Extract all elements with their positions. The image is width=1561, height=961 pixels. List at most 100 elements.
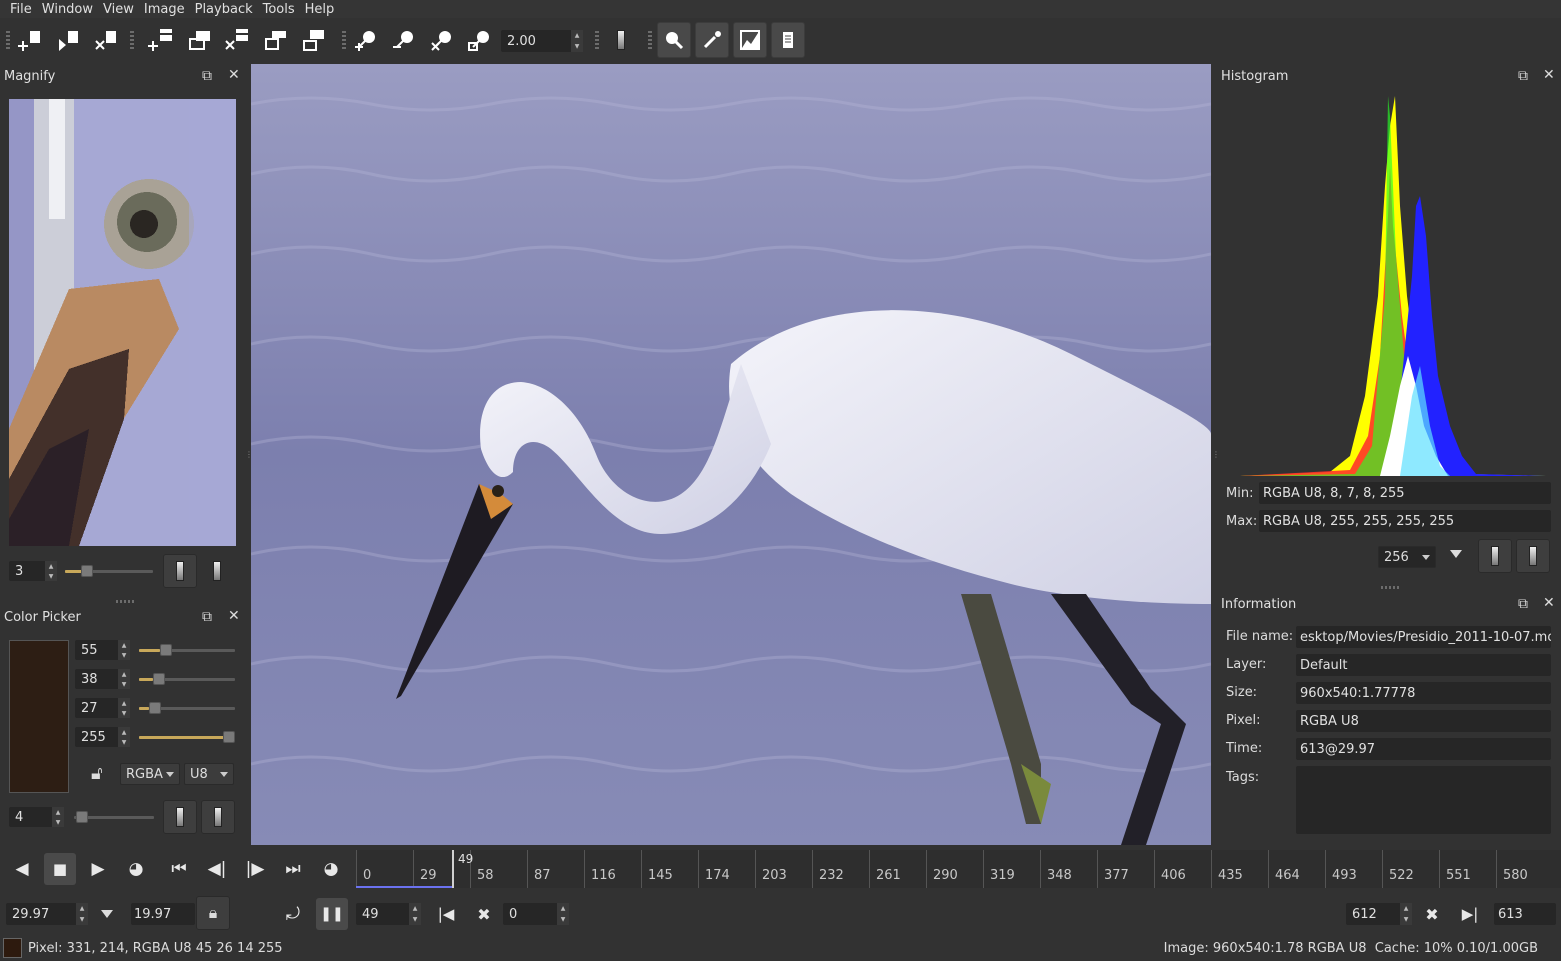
sample-size-field[interactable]: 4 ▲ ▼ — [9, 807, 64, 827]
remove-compare-icon[interactable] — [220, 22, 254, 58]
histogram-tool-icon[interactable] — [733, 22, 767, 58]
first-frame-icon[interactable]: ⏮ — [165, 855, 193, 883]
channel-1-stepper[interactable]: ▲ ▼ — [118, 669, 130, 689]
play-backward-icon[interactable]: ◀ — [8, 855, 36, 883]
float-icon[interactable]: ⧉ — [202, 68, 212, 84]
add-compare-icon[interactable] — [144, 22, 178, 58]
scale-dropdown-icon[interactable] — [1450, 550, 1462, 558]
speed-dropdown-icon[interactable] — [101, 910, 113, 918]
play-forward-icon[interactable]: ▶ — [84, 855, 112, 883]
menu-view[interactable]: View — [98, 2, 139, 17]
zoom-out-icon[interactable] — [388, 22, 422, 58]
menu-help[interactable]: Help — [300, 2, 340, 17]
type-dropdown[interactable]: U8 — [184, 763, 234, 785]
channel-3-slider[interactable] — [139, 730, 235, 744]
close-icon[interactable]: ✕ — [1543, 67, 1555, 83]
toolbar-grip[interactable] — [6, 31, 10, 51]
color-picker-tool-icon[interactable] — [695, 22, 729, 58]
magnify-zoom-stepper[interactable]: ▲ ▼ — [45, 561, 57, 581]
compare-wipe-icon[interactable] — [296, 22, 330, 58]
histogram-min-field[interactable]: RGBA U8, 8, 7, 8, 255 — [1259, 482, 1551, 504]
histogram-settings-button[interactable] — [1516, 539, 1550, 573]
info-field[interactable]: 613@29.97 — [1296, 738, 1551, 760]
close-icon[interactable]: ✕ — [228, 67, 240, 83]
channel-0-field[interactable]: 55 ▲ ▼ — [75, 640, 130, 660]
compare-stack-icon[interactable] — [182, 22, 216, 58]
format-dropdown[interactable]: RGBA — [120, 763, 180, 785]
toolbar-grip[interactable] — [648, 31, 652, 51]
out-point-field[interactable]: 612 ▲ ▼ — [1346, 903, 1412, 925]
in-point-stepper[interactable]: ▲ ▼ — [557, 903, 569, 925]
in-point-field[interactable]: 0 ▲ ▼ — [503, 903, 569, 925]
pause-icon[interactable]: ❚❚ — [316, 898, 348, 930]
channel-display-icon[interactable] — [604, 22, 638, 58]
timeline[interactable]: 0 29 58 87 116 145 174 203 232 261 290 319 348 377 406… — [356, 850, 1561, 888]
speed-lock-button[interactable]: 🔒︎ — [196, 896, 230, 930]
last-frame-icon[interactable]: ⏭ — [279, 855, 307, 883]
out-point-stepper[interactable]: ▲ ▼ — [1400, 903, 1412, 925]
bins-dropdown[interactable]: 256 — [1378, 546, 1436, 568]
clear-in-point-icon[interactable]: ✖ — [470, 900, 498, 928]
sample-size-slider[interactable] — [74, 810, 154, 824]
info-field[interactable]: Default — [1296, 654, 1551, 676]
clear-out-point-icon[interactable]: ✖ — [1418, 900, 1446, 928]
info-field[interactable]: esktop/Movies/Presidio_2011-10-07.mov — [1296, 626, 1551, 648]
float-icon[interactable]: ⧉ — [1518, 596, 1528, 612]
menu-window[interactable]: Window — [37, 2, 98, 17]
info-field[interactable]: 960x540:1.77778 — [1296, 682, 1551, 704]
information-tool-icon[interactable] — [771, 22, 805, 58]
loop-mode-icon[interactable]: ◕ — [317, 855, 345, 883]
frame-stepper[interactable]: ▲ ▼ — [409, 903, 421, 925]
speed-stepper[interactable]: ▲ ▼ — [76, 903, 88, 925]
panel-splitter[interactable] — [1381, 586, 1399, 589]
tags-field[interactable] — [1296, 766, 1551, 834]
toolbar-grip[interactable] — [130, 31, 134, 51]
panel-splitter[interactable] — [116, 600, 134, 603]
image-viewport[interactable] — [251, 64, 1211, 845]
remove-layer-icon[interactable] — [90, 22, 124, 58]
splitter-handle[interactable]: ⋮ — [245, 450, 253, 459]
zoom-fit-icon[interactable] — [464, 22, 498, 58]
stop-icon[interactable]: ■ — [44, 853, 76, 885]
duplicate-layer-icon[interactable] — [52, 22, 86, 58]
zoom-reset-icon[interactable] — [426, 22, 460, 58]
magnify-tool-icon[interactable] — [657, 22, 691, 58]
channel-3-stepper[interactable]: ▲ ▼ — [118, 727, 130, 747]
compare-overlay-icon[interactable] — [258, 22, 292, 58]
repeat-icon[interactable]: ⤾ — [279, 900, 307, 928]
close-icon[interactable]: ✕ — [1543, 595, 1555, 611]
magnify-settings-button[interactable] — [206, 560, 228, 582]
picker-settings-button[interactable] — [201, 800, 235, 834]
add-layer-icon[interactable] — [14, 22, 48, 58]
histogram-max-field[interactable]: RGBA U8, 255, 255, 255, 255 — [1259, 510, 1551, 532]
sample-size-stepper[interactable]: ▲ ▼ — [52, 807, 64, 827]
zoom-stepper[interactable]: ▲ ▼ — [571, 30, 583, 52]
next-frame-icon[interactable]: |▶ — [241, 855, 269, 883]
previous-frame-icon[interactable]: ◀| — [203, 855, 231, 883]
channel-1-slider[interactable] — [139, 672, 235, 686]
timeline-playhead[interactable] — [452, 850, 454, 888]
zoom-field[interactable]: 2.00 ▲ ▼ — [501, 30, 583, 52]
histogram-channel-button[interactable] — [1478, 539, 1512, 573]
menu-file[interactable]: File — [0, 2, 37, 17]
channel-2-slider[interactable] — [139, 701, 235, 715]
magnify-channel-button[interactable] — [163, 554, 197, 588]
speed-field[interactable]: 29.97 ▲ ▼ — [6, 903, 88, 925]
lock-icon[interactable]: 🔓︎ — [91, 763, 103, 784]
close-icon[interactable]: ✕ — [228, 608, 240, 624]
magnify-zoom-slider[interactable] — [65, 564, 153, 578]
menu-playback[interactable]: Playback — [190, 2, 258, 17]
channel-0-slider[interactable] — [139, 643, 235, 657]
zoom-in-icon[interactable] — [350, 22, 384, 58]
toolbar-grip[interactable] — [342, 31, 346, 51]
channel-2-stepper[interactable]: ▲ ▼ — [118, 698, 130, 718]
magnify-zoom-field[interactable]: 3 ▲ ▼ — [9, 561, 57, 581]
menu-tools[interactable]: Tools — [258, 2, 300, 17]
playback-mode-icon[interactable]: ◕ — [122, 855, 150, 883]
float-icon[interactable]: ⧉ — [202, 609, 212, 625]
toolbar-grip[interactable] — [595, 31, 599, 51]
set-in-point-icon[interactable]: |◀ — [432, 900, 460, 928]
float-icon[interactable]: ⧉ — [1518, 68, 1528, 84]
picker-channel-button[interactable] — [163, 800, 197, 834]
menu-image[interactable]: Image — [139, 2, 190, 17]
